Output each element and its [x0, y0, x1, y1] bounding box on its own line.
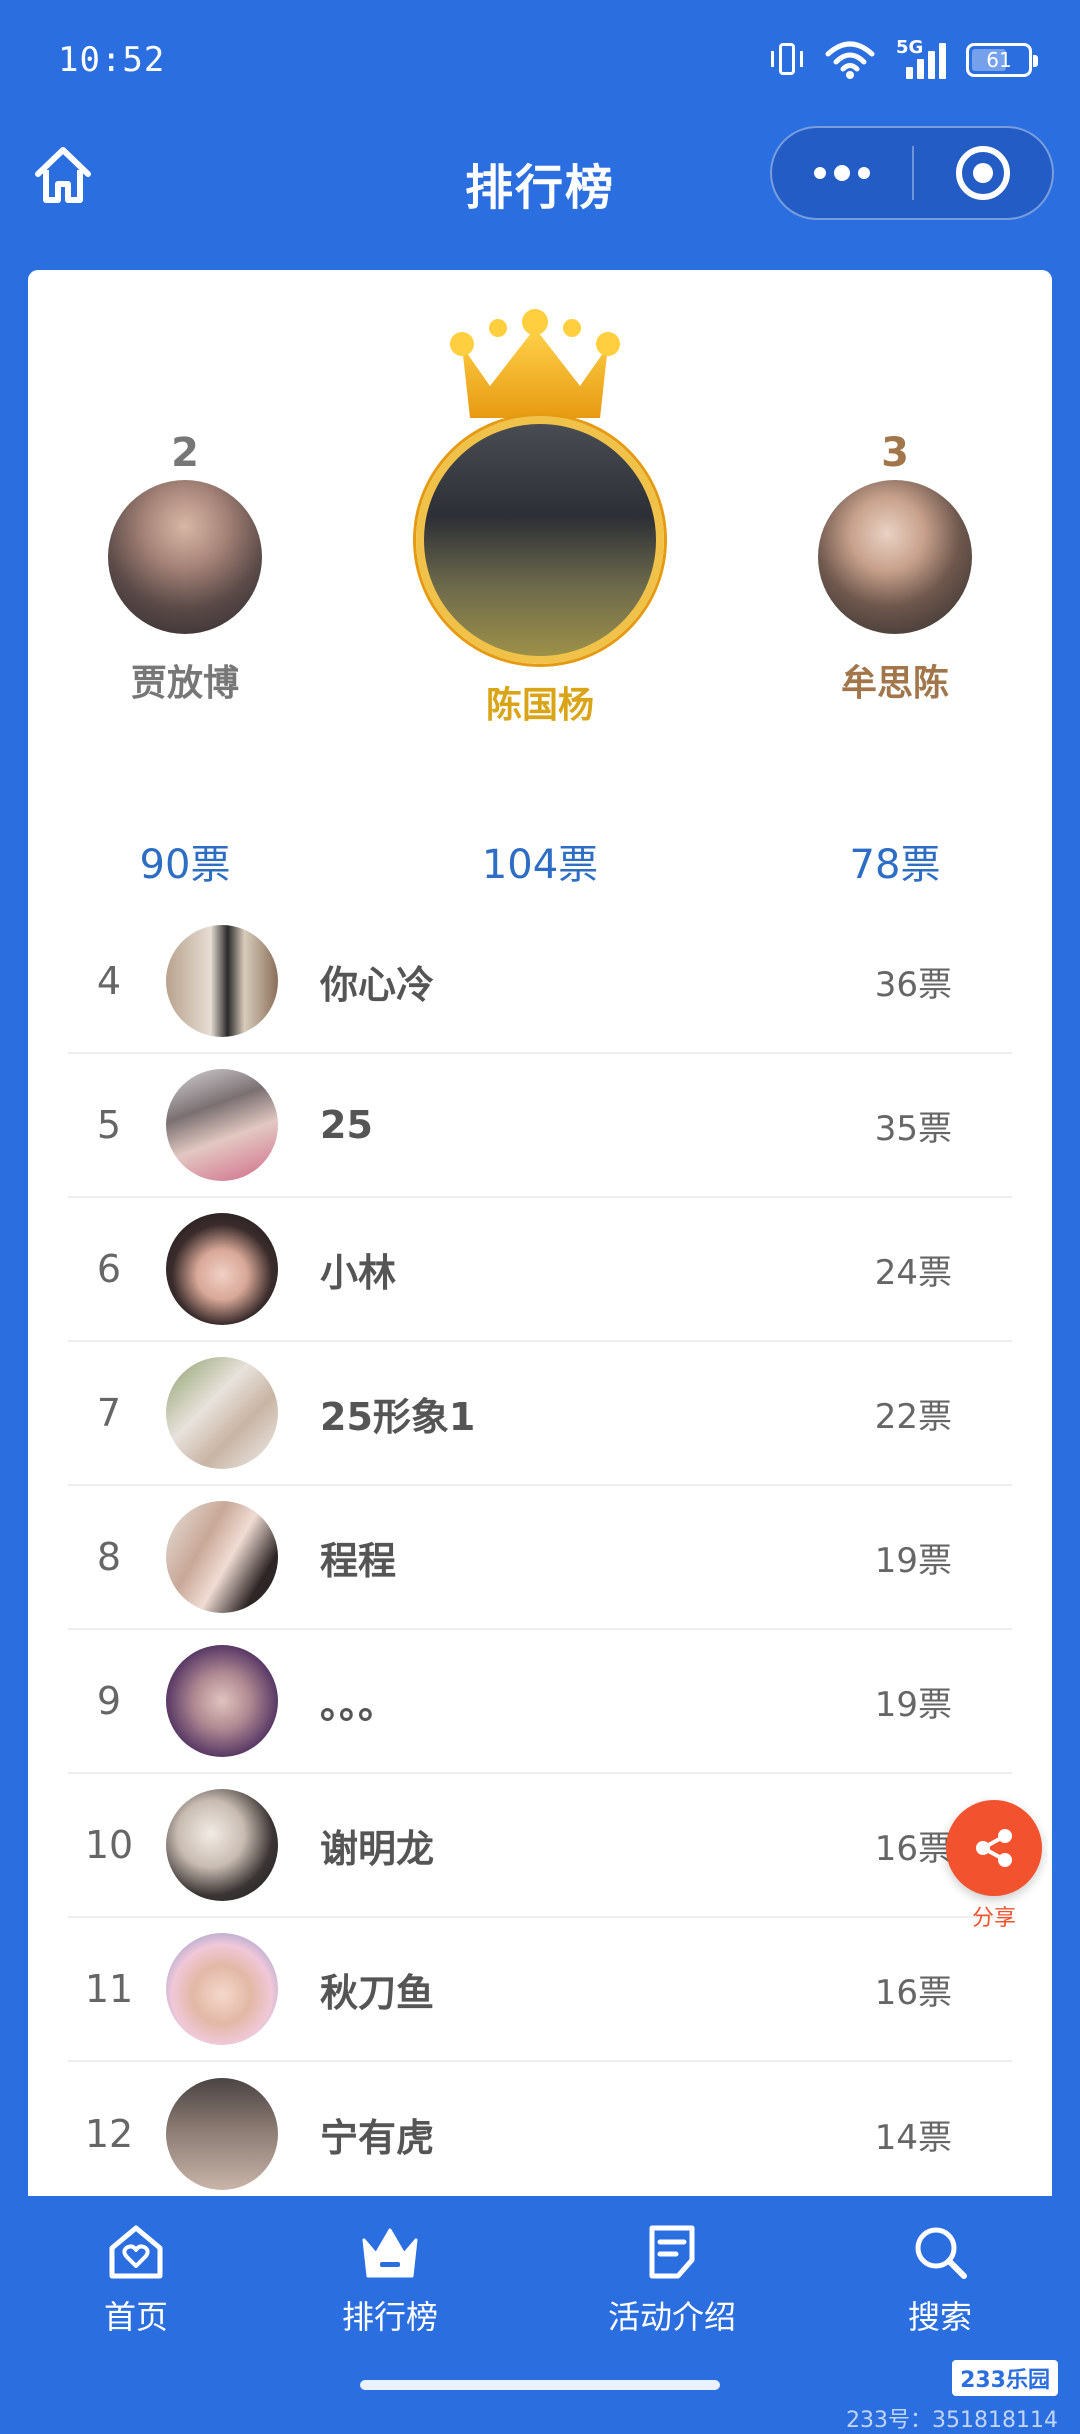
rank-number: 12 [84, 2112, 134, 2156]
podium-name: 陈国杨 [485, 685, 594, 726]
rank-row[interactable]: 12 宁有虎 14票 [68, 2062, 1012, 2196]
close-button[interactable] [914, 128, 1052, 218]
share-label: 分享 [971, 1906, 1016, 1931]
ranking-card: 2 贾放博 1 陈国杨 3 牟思陈 90票 104票 78票 4 你心冷 36票… [28, 270, 1052, 2196]
podium-votes: 90票 [139, 842, 231, 888]
podium-second[interactable]: 2 贾放博 [80, 430, 290, 706]
mini-program-capsule [770, 126, 1054, 220]
vibrate-icon [770, 41, 804, 79]
rank-name: 程程 [320, 1538, 397, 1583]
avatar [166, 1069, 278, 1181]
document-icon [649, 2225, 695, 2279]
tab-label: 活动介绍 [607, 2298, 736, 2336]
watermark: 233乐园 233号：351818114 [846, 2360, 1058, 2434]
tab-label: 排行榜 [341, 2298, 438, 2336]
rank-name: 25形象1 [320, 1394, 476, 1439]
rank-name: 25 [320, 1103, 373, 1147]
rank-row[interactable]: 7 25形象1 22票 [68, 1342, 1012, 1486]
rank-votes: 14票 [874, 2117, 952, 2158]
status-bar: 10:52 5G 61 [0, 0, 1080, 120]
rank-number: 8 [96, 1535, 122, 1579]
battery-icon: 61 [966, 43, 1038, 77]
avatar [166, 1213, 278, 1325]
rank-votes: 24票 [874, 1252, 952, 1293]
home-heart-icon [109, 2225, 163, 2279]
avatar [166, 1933, 278, 2045]
rank-votes: 16票 [874, 1828, 952, 1869]
rank-number: 5 [96, 1103, 122, 1147]
avatar [166, 1357, 278, 1469]
rank-name: 宁有虎 [320, 2115, 435, 2160]
battery-level: 61 [986, 48, 1012, 72]
signal-icon: 5G [896, 37, 946, 79]
rank-name: 谢明龙 [320, 1826, 435, 1871]
watermark-brand: 233乐园 [952, 2360, 1058, 2396]
avatar [166, 1501, 278, 1613]
rank-votes: 19票 [874, 1540, 952, 1581]
rank-votes: 22票 [874, 1396, 952, 1437]
rank-name: 小林 [320, 1250, 397, 1295]
network-type: 5G [896, 37, 924, 58]
rank-votes: 19票 [874, 1684, 952, 1725]
podium-votes: 104票 [481, 842, 599, 888]
rank-number: 4 [96, 959, 122, 1003]
tab-label: 首页 [103, 2298, 168, 2336]
rank-number: 9 [96, 1679, 122, 1723]
tab-label: 搜索 [907, 2298, 972, 2336]
tab-activity[interactable]: 活动介绍 [602, 2220, 742, 2338]
podium-first[interactable]: 1 陈国杨 [410, 400, 670, 728]
podium-votes: 78票 [849, 842, 941, 888]
podium: 2 贾放博 1 陈国杨 3 牟思陈 90票 104票 78票 [28, 270, 1052, 910]
rank-row[interactable]: 8 程程 19票 [68, 1486, 1012, 1630]
share-button[interactable]: 分享 [946, 1800, 1042, 1932]
nav-bar: 排行榜 [0, 120, 1080, 230]
target-icon [956, 146, 1010, 200]
tab-search[interactable]: 搜索 [890, 2220, 990, 2338]
avatar [166, 2078, 278, 2190]
share-icon [976, 1829, 1012, 1867]
rank-row[interactable]: 5 25 35票 [68, 1054, 1012, 1198]
tab-ranking[interactable]: 排行榜 [330, 2220, 450, 2338]
rank-name: 秋刀鱼 [320, 1970, 435, 2015]
rank-row[interactable]: 10 谢明龙 16票 [68, 1774, 1012, 1918]
more-button[interactable] [772, 128, 912, 218]
avatar [108, 480, 262, 634]
wifi-icon [825, 41, 875, 79]
status-icons: 5G 61 [770, 37, 1038, 80]
rank-row[interactable]: 9 。。。 19票 [68, 1630, 1012, 1774]
rank-number: 10 [84, 1823, 134, 1867]
rank-votes: 16票 [874, 1972, 952, 2013]
rank-number: 6 [96, 1247, 122, 1291]
watermark-text: 233号：351818114 [846, 2408, 1058, 2433]
search-icon [915, 2227, 967, 2279]
podium-name: 贾放博 [130, 663, 239, 704]
avatar [416, 416, 664, 664]
podium-rank: 3 [881, 430, 909, 476]
avatar [166, 1645, 278, 1757]
rank-row[interactable]: 4 你心冷 36票 [68, 910, 1012, 1054]
crown-icon [362, 2228, 418, 2278]
rank-votes: 35票 [874, 1108, 952, 1149]
rank-list: 4 你心冷 36票 5 25 35票 6 小林 24票 7 25形象1 22票 … [68, 910, 1012, 2196]
home-indicator [360, 2380, 720, 2390]
rank-name: 。。。 [320, 1682, 397, 1727]
tab-home[interactable]: 首页 [86, 2220, 186, 2338]
share-circle [946, 1800, 1042, 1896]
status-time: 10:52 [58, 40, 166, 80]
avatar [166, 925, 278, 1037]
rank-name: 你心冷 [320, 962, 435, 1007]
rank-number: 7 [96, 1391, 122, 1435]
rank-number: 11 [84, 1967, 134, 2011]
rank-row[interactable]: 11 秋刀鱼 16票 [68, 1918, 1012, 2062]
avatar [818, 480, 972, 634]
rank-row[interactable]: 6 小林 24票 [68, 1198, 1012, 1342]
podium-name: 牟思陈 [840, 663, 949, 704]
podium-third[interactable]: 3 牟思陈 [790, 430, 1000, 706]
podium-rank: 2 [171, 430, 199, 476]
avatar [166, 1789, 278, 1901]
rank-votes: 36票 [874, 964, 952, 1005]
